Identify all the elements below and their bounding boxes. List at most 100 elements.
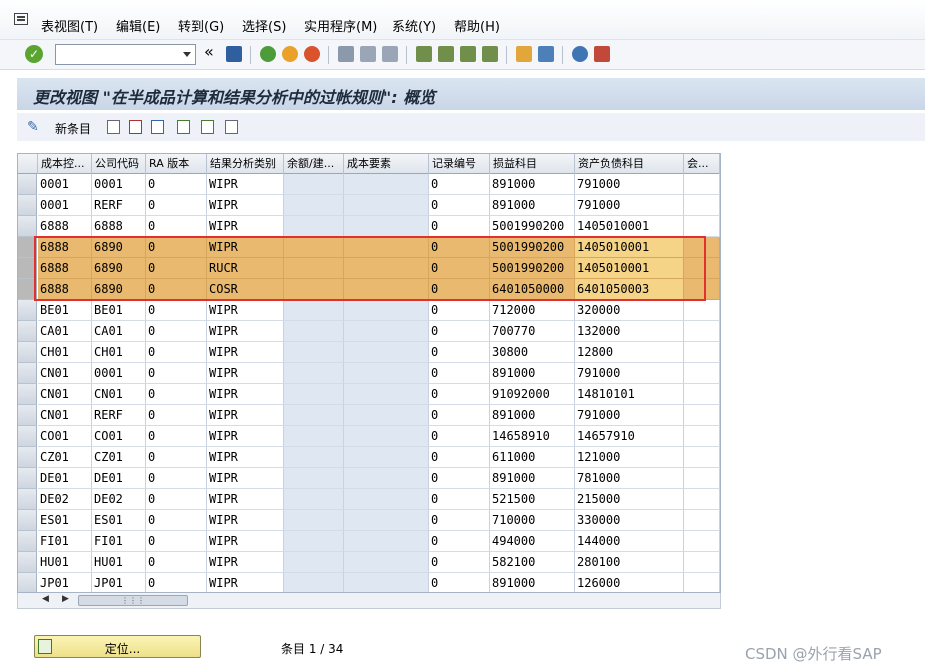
cell-more[interactable] xyxy=(684,426,720,447)
cell-controlling-area[interactable]: CZ01 xyxy=(38,447,92,468)
cell-ra-version[interactable]: 0 xyxy=(146,510,207,531)
cell-more[interactable] xyxy=(684,174,720,195)
cell-balance[interactable] xyxy=(284,321,344,342)
table-row[interactable]: DE01 DE01 0 WIPR 0 891000 781000 xyxy=(18,468,720,489)
cell-pl-account[interactable]: 710000 xyxy=(490,510,575,531)
cell-controlling-area[interactable]: FI01 xyxy=(38,531,92,552)
cell-cost-element[interactable] xyxy=(344,531,429,552)
cell-ra-version[interactable]: 0 xyxy=(146,363,207,384)
table-row[interactable]: JP01 JP01 0 WIPR 0 891000 126000 xyxy=(18,573,720,592)
row-selector[interactable] xyxy=(18,552,37,573)
table-row[interactable]: DE02 DE02 0 WIPR 0 521500 215000 xyxy=(18,489,720,510)
cell-record-number[interactable]: 0 xyxy=(429,300,490,321)
cell-company-code[interactable]: BE01 xyxy=(92,300,146,321)
cell-record-number[interactable]: 0 xyxy=(429,468,490,489)
cell-company-code[interactable]: 0001 xyxy=(92,174,146,195)
cell-record-number[interactable]: 0 xyxy=(429,510,490,531)
table-row[interactable]: HU01 HU01 0 WIPR 0 582100 280100 xyxy=(18,552,720,573)
previous-page-icon[interactable] xyxy=(438,46,454,62)
table-row[interactable]: BE01 BE01 0 WIPR 0 712000 320000 xyxy=(18,300,720,321)
cell-balance[interactable] xyxy=(284,405,344,426)
table-row[interactable]: CN01 RERF 0 WIPR 0 891000 791000 xyxy=(18,405,720,426)
first-page-icon[interactable] xyxy=(416,46,432,62)
cell-cost-element[interactable] xyxy=(344,195,429,216)
enter-check-icon[interactable]: ✓ xyxy=(25,45,43,63)
select-block-icon[interactable] xyxy=(201,120,214,134)
cell-bs-account[interactable]: 280100 xyxy=(575,552,684,573)
cell-controlling-area[interactable]: ES01 xyxy=(38,510,92,531)
customize-layout-icon[interactable] xyxy=(594,46,610,62)
cell-company-code[interactable]: ES01 xyxy=(92,510,146,531)
cell-cost-element[interactable] xyxy=(344,510,429,531)
find-icon[interactable] xyxy=(360,46,376,62)
cell-record-number[interactable]: 0 xyxy=(429,531,490,552)
row-selector[interactable] xyxy=(18,573,37,592)
cell-cost-element[interactable] xyxy=(344,384,429,405)
scroll-thumb[interactable]: ⋮⋮⋮ xyxy=(78,595,188,606)
cell-more[interactable] xyxy=(684,468,720,489)
cell-record-number[interactable]: 0 xyxy=(429,342,490,363)
cell-pl-account[interactable]: 700770 xyxy=(490,321,575,342)
cell-ra-category[interactable]: WIPR xyxy=(207,552,284,573)
cell-record-number[interactable]: 0 xyxy=(429,321,490,342)
double-left-icon[interactable]: « xyxy=(204,43,214,61)
next-page-icon[interactable] xyxy=(460,46,476,62)
cell-record-number[interactable]: 0 xyxy=(429,174,490,195)
cell-ra-category[interactable]: WIPR xyxy=(207,489,284,510)
new-entries-button[interactable]: 新条目 xyxy=(55,120,91,137)
cell-more[interactable] xyxy=(684,195,720,216)
cell-record-number[interactable]: 0 xyxy=(429,195,490,216)
cell-more[interactable] xyxy=(684,552,720,573)
cell-ra-category[interactable]: WIPR xyxy=(207,405,284,426)
col-header-cost-element[interactable]: 成本要素 xyxy=(344,154,429,174)
cell-more[interactable] xyxy=(684,216,720,237)
cell-cost-element[interactable] xyxy=(344,174,429,195)
cell-company-code[interactable]: 0001 xyxy=(92,363,146,384)
cell-record-number[interactable]: 0 xyxy=(429,489,490,510)
horizontal-scrollbar[interactable]: ◀ ▶ ⋮⋮⋮ xyxy=(17,593,721,609)
cell-record-number[interactable]: 0 xyxy=(429,426,490,447)
change-display-icon[interactable]: ✎ xyxy=(27,119,39,135)
cell-record-number[interactable]: 0 xyxy=(429,384,490,405)
cell-pl-account[interactable]: 712000 xyxy=(490,300,575,321)
cell-controlling-area[interactable]: JP01 xyxy=(38,573,92,592)
cell-bs-account[interactable]: 1405010001 xyxy=(575,216,684,237)
cell-cost-element[interactable] xyxy=(344,468,429,489)
create-session-icon[interactable] xyxy=(516,46,532,62)
cell-ra-category[interactable]: WIPR xyxy=(207,363,284,384)
col-header-record-number[interactable]: 记录编号 xyxy=(429,154,490,174)
cell-ra-category[interactable]: WIPR xyxy=(207,321,284,342)
cell-bs-account[interactable]: 126000 xyxy=(575,573,684,592)
cell-controlling-area[interactable]: 0001 xyxy=(38,195,92,216)
table-row[interactable]: CA01 CA01 0 WIPR 0 700770 132000 xyxy=(18,321,720,342)
col-header-ra-category[interactable]: 结果分析类别 xyxy=(207,154,284,174)
save-icon[interactable] xyxy=(226,46,242,62)
menu-selection[interactable]: 选择(S) xyxy=(242,16,286,35)
cell-bs-account[interactable]: 12800 xyxy=(575,342,684,363)
cell-ra-version[interactable]: 0 xyxy=(146,195,207,216)
select-all-icon[interactable] xyxy=(177,120,190,134)
cell-controlling-area[interactable]: DE02 xyxy=(38,489,92,510)
cell-pl-account[interactable]: 14658910 xyxy=(490,426,575,447)
cell-company-code[interactable]: RERF xyxy=(92,195,146,216)
cell-controlling-area[interactable]: HU01 xyxy=(38,552,92,573)
cell-cost-element[interactable] xyxy=(344,216,429,237)
cell-balance[interactable] xyxy=(284,573,344,592)
cell-company-code[interactable]: DE01 xyxy=(92,468,146,489)
scroll-left-icon[interactable]: ◀ xyxy=(42,594,49,604)
row-selector[interactable] xyxy=(18,174,37,195)
cell-balance[interactable] xyxy=(284,468,344,489)
cell-ra-category[interactable]: WIPR xyxy=(207,384,284,405)
cell-bs-account[interactable]: 144000 xyxy=(575,531,684,552)
cell-bs-account[interactable]: 791000 xyxy=(575,405,684,426)
cell-ra-category[interactable]: WIPR xyxy=(207,300,284,321)
cell-ra-version[interactable]: 0 xyxy=(146,531,207,552)
scroll-right-icon[interactable]: ▶ xyxy=(62,594,69,604)
cell-ra-version[interactable]: 0 xyxy=(146,552,207,573)
cell-cost-element[interactable] xyxy=(344,489,429,510)
cell-more[interactable] xyxy=(684,321,720,342)
table-row[interactable]: CN01 CN01 0 WIPR 0 91092000 14810101 xyxy=(18,384,720,405)
cell-pl-account[interactable]: 891000 xyxy=(490,195,575,216)
cell-balance[interactable] xyxy=(284,384,344,405)
cell-bs-account[interactable]: 121000 xyxy=(575,447,684,468)
